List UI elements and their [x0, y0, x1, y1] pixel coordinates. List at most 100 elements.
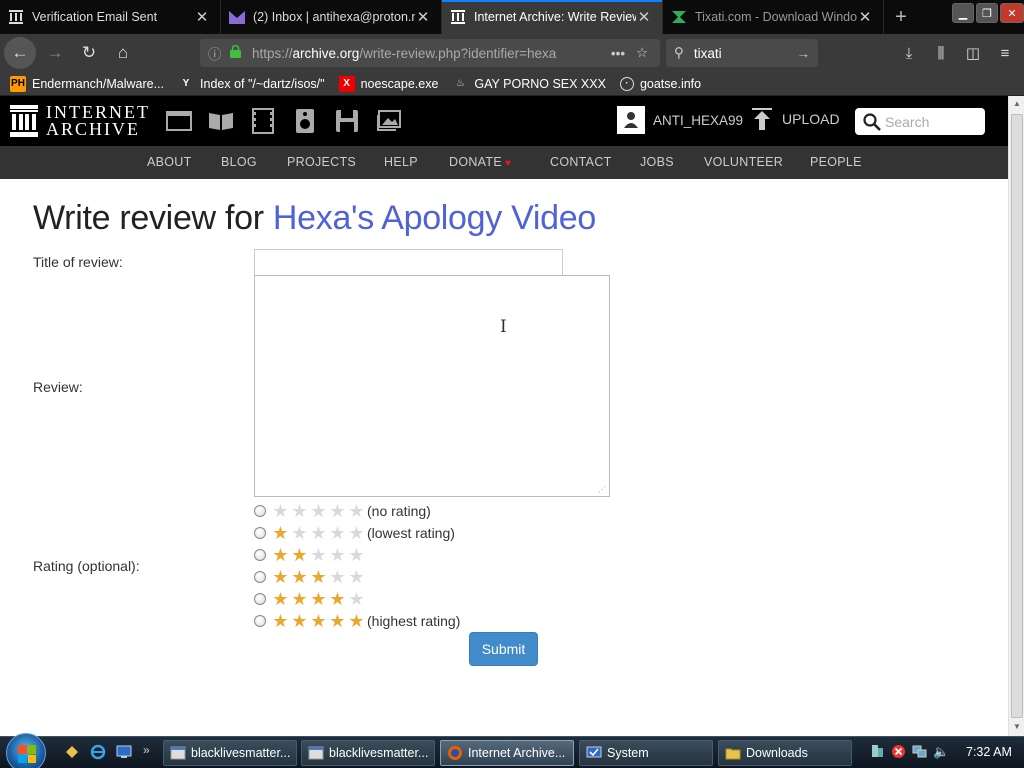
menu-icon[interactable]: ≡ — [992, 38, 1018, 68]
sidebar-icon[interactable]: ◫ — [960, 38, 986, 68]
search-box[interactable]: ⚲ tixati → — [666, 39, 818, 67]
back-button[interactable]: ← — [4, 37, 36, 69]
bookmark-item[interactable]: X noescape.exe — [338, 75, 438, 92]
info-icon[interactable]: ⓘ — [208, 43, 224, 63]
nav-contact[interactable]: CONTACT — [550, 155, 612, 169]
star-empty-icon: ★ — [291, 523, 308, 543]
browser-tab-verification[interactable]: Verification Email Sent ✕ — [0, 0, 221, 34]
bookmark-item[interactable]: · goatse.info — [619, 76, 701, 91]
taskbar-item[interactable]: Internet Archive... — [440, 740, 574, 766]
star-filled-icon: ★ — [272, 545, 289, 565]
rating-option-1[interactable]: ★ ★ ★ ★ ★ (lowest rating) — [254, 524, 455, 542]
nav-about[interactable]: ABOUT — [147, 155, 192, 169]
upload-icon — [752, 108, 772, 130]
ia-logo[interactable]: INTERNET ARCHIVE — [10, 103, 150, 138]
close-icon[interactable]: ✕ — [636, 8, 652, 26]
volume-icon[interactable]: 🔈 — [933, 744, 949, 759]
browser-tab-write-review[interactable]: Internet Archive: Write Review ✕ — [442, 0, 663, 34]
downloads-icon[interactable]: ⤓ — [896, 38, 922, 68]
reload-button[interactable]: ↻ — [74, 38, 104, 68]
star-filled-icon: ★ — [310, 567, 327, 587]
browser-tab-inbox[interactable]: (2) Inbox | antihexa@proton.m ✕ — [221, 0, 442, 34]
nav-help[interactable]: HELP — [384, 155, 418, 169]
address-bar[interactable]: ⓘ https://archive.org/write-review.php?i… — [200, 39, 660, 67]
forward-button[interactable]: → — [40, 38, 70, 68]
item-title-link[interactable]: Hexa's Apology Video — [273, 199, 596, 237]
rating-option-5[interactable]: ★ ★ ★ ★ ★ (highest rating) — [254, 612, 460, 630]
library-icon[interactable]: ⫼ — [928, 38, 954, 68]
bookmark-item[interactable]: PH Endermanch/Malware... — [10, 75, 164, 92]
scrollbar-thumb[interactable] — [1011, 114, 1023, 718]
rating-radio[interactable] — [254, 571, 266, 583]
rating-radio[interactable] — [254, 615, 266, 627]
rating-option-3[interactable]: ★ ★ ★ ★ ★ — [254, 568, 367, 586]
ph-icon: PH — [10, 75, 26, 92]
network-icon[interactable] — [912, 744, 927, 759]
taskbar-item[interactable]: Downloads — [718, 740, 852, 766]
bookmark-star-icon[interactable]: ☆ — [632, 45, 652, 61]
close-icon[interactable]: ✕ — [857, 8, 873, 26]
home-button[interactable]: ⌂ — [108, 38, 138, 68]
taskbar-item[interactable]: System — [579, 740, 713, 766]
new-tab-button[interactable]: + — [884, 0, 918, 34]
video-icon[interactable] — [250, 108, 276, 134]
rating-radio[interactable] — [254, 505, 266, 517]
rating-option-2[interactable]: ★ ★ ★ ★ ★ — [254, 546, 367, 564]
minimize-button[interactable]: ▁ — [952, 3, 974, 23]
start-button[interactable] — [6, 733, 46, 768]
security-alert-icon[interactable] — [891, 744, 906, 759]
tray-app-icon[interactable] — [870, 744, 885, 759]
web-icon[interactable] — [166, 108, 192, 134]
quicklaunch-desktop-icon[interactable] — [116, 744, 132, 760]
rating-radio[interactable] — [254, 527, 266, 539]
vertical-scrollbar[interactable]: ▲ ▼ — [1008, 96, 1024, 736]
url-text[interactable]: https://archive.org/write-review.php?ide… — [252, 46, 604, 61]
star-filled-icon: ★ — [291, 589, 308, 609]
clock[interactable]: 7:32 AM — [966, 745, 1012, 759]
nav-people[interactable]: PEOPLE — [810, 155, 862, 169]
star-filled-icon: ★ — [291, 567, 308, 587]
toolbar-right: ⤓ ⫼ ◫ ≡ — [896, 38, 1018, 68]
page-actions-icon[interactable]: ••• — [604, 46, 632, 61]
scroll-down-icon[interactable]: ▼ — [1012, 722, 1022, 732]
quicklaunch-app-icon[interactable] — [64, 744, 80, 760]
window-close-button[interactable]: ✕ — [1000, 3, 1024, 23]
resize-grip-icon[interactable]: ⋰ — [598, 486, 606, 494]
upload-button[interactable]: UPLOAD — [752, 108, 840, 130]
nav-donate[interactable]: DONATE ♥ — [449, 155, 511, 169]
nav-jobs[interactable]: JOBS — [640, 155, 674, 169]
arrow-right-icon[interactable]: → — [797, 46, 811, 61]
nav-blog[interactable]: BLOG — [221, 155, 257, 169]
nav-volunteer[interactable]: VOLUNTEER — [704, 155, 783, 169]
chevron-right-icon[interactable]: » — [143, 743, 150, 757]
taskbar-item[interactable]: blacklivesmatter... — [163, 740, 297, 766]
star-empty-icon: ★ — [291, 501, 308, 521]
close-icon[interactable]: ✕ — [415, 8, 431, 26]
review-textarea[interactable] — [254, 275, 610, 497]
review-title-input[interactable] — [254, 249, 563, 275]
submit-button[interactable]: Submit — [469, 632, 538, 666]
ia-search-input[interactable]: Search — [855, 108, 985, 135]
search-input[interactable]: tixati — [694, 46, 797, 61]
avatar — [617, 106, 645, 134]
close-icon[interactable]: ✕ — [194, 8, 210, 26]
browser-tab-tixati[interactable]: Tixati.com - Download Windo ✕ — [663, 0, 884, 34]
rating-option-4[interactable]: ★ ★ ★ ★ ★ — [254, 590, 367, 608]
scroll-up-icon[interactable]: ▲ — [1012, 99, 1022, 109]
nav-projects[interactable]: PROJECTS — [287, 155, 356, 169]
images-icon[interactable] — [376, 108, 402, 134]
bookmark-item[interactable]: ♨ GAY PORNO SEX XXX — [452, 76, 606, 92]
taskbar-item[interactable]: blacklivesmatter... — [301, 740, 435, 766]
restore-button[interactable]: ❐ — [976, 3, 998, 23]
audio-icon[interactable] — [292, 108, 318, 134]
rating-radio[interactable] — [254, 549, 266, 561]
ia-header: INTERNET ARCHIVE ANTI_HEXA99 UPLOAD Sear… — [0, 96, 1008, 146]
bookmark-item[interactable]: Y Index of "/~dartz/isos/" — [178, 76, 325, 92]
texts-icon[interactable] — [208, 108, 234, 134]
user-menu[interactable]: ANTI_HEXA99 — [617, 106, 743, 134]
software-icon[interactable] — [334, 108, 360, 134]
rating-option-0[interactable]: ★ ★ ★ ★ ★ (no rating) — [254, 502, 431, 520]
quicklaunch-ie-icon[interactable] — [90, 744, 106, 760]
rating-radio[interactable] — [254, 593, 266, 605]
lock-icon[interactable] — [230, 44, 244, 61]
